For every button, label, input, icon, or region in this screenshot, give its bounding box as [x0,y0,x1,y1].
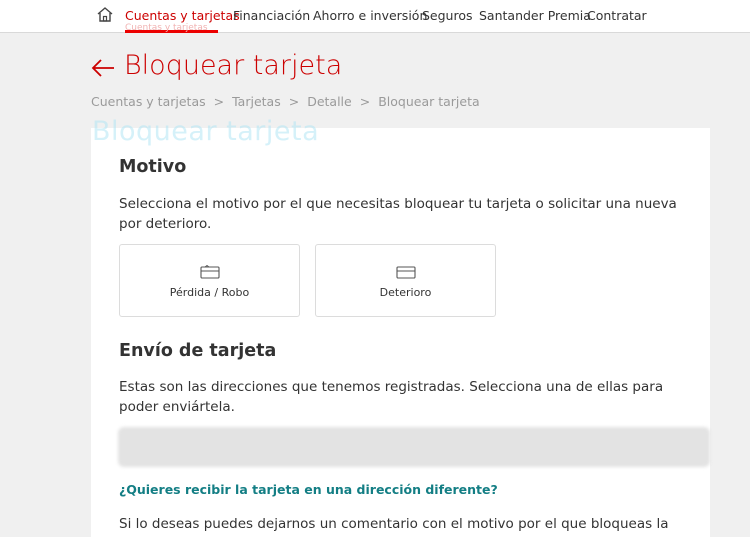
home-icon[interactable] [96,6,114,24]
nav-item-seguros[interactable]: Seguros [422,8,473,23]
nav-item-ahorro-e-inversion[interactable]: Ahorro e inversión [313,8,427,23]
envio-section-title: Envío de tarjeta [119,341,277,361]
comment-instruction: Si lo deseas puedes dejarnos un comentar… [119,516,669,537]
envio-description: Estas son las direcciones que tenemos re… [119,379,664,415]
motivo-description: Selecciona el motivo por el que necesita… [119,196,677,232]
alternate-address-link[interactable]: ¿Quieres recibir la tarjeta en una direc… [119,482,498,497]
page-title: Bloquear tarjeta [124,50,343,81]
breadcrumb-current: Bloquear tarjeta [378,94,480,109]
motivo-section-title: Motivo [119,157,187,177]
address-option[interactable] [118,427,710,467]
arrow-left-icon[interactable] [90,57,116,79]
ghost-nav-echo: Cuentas y tarjetas [125,23,208,33]
option-deterioro[interactable]: Deterioro [315,244,496,317]
breadcrumb-cuentas-y-tarjetas[interactable]: Cuentas y tarjetas [91,94,206,109]
option-label: Pérdida / Robo [169,286,250,299]
option-label: Deterioro [379,286,432,299]
breadcrumb-separator: > [213,94,225,109]
breadcrumb-detalle[interactable]: Detalle [307,94,352,109]
breadcrumb-separator: > [359,94,371,109]
breadcrumb-separator: > [288,94,300,109]
nav-item-santander-premia[interactable]: Santander Premia [479,8,591,23]
nav-item-contratar[interactable]: Contratar [587,8,647,23]
content-card [91,128,710,537]
top-navigation: Cuentas y tarjetas Financiación Ahorro e… [0,0,750,33]
nav-item-financiacion[interactable]: Financiación [233,8,310,23]
ghost-title-echo: Bloquear tarjeta [92,116,320,147]
card-damaged-icon [395,266,416,279]
breadcrumb-tarjetas[interactable]: Tarjetas [232,94,281,109]
option-perdida-robo[interactable]: Pérdida / Robo [119,244,300,317]
card-lost-icon [199,265,220,279]
nav-item-cuentas-y-tarjetas[interactable]: Cuentas y tarjetas [125,8,240,23]
breadcrumb: Cuentas y tarjetas > Tarjetas > Detalle > Bloq… [91,94,480,109]
